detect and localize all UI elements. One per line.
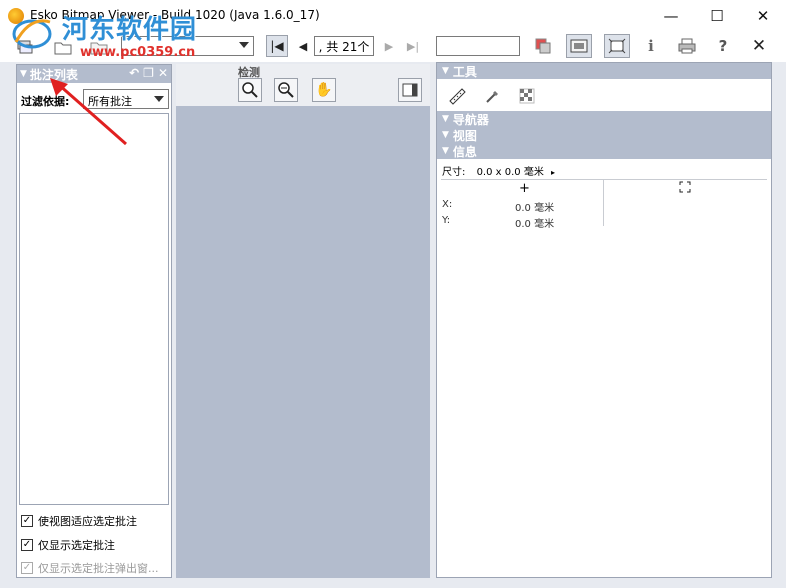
size-label: 尺寸: bbox=[442, 167, 466, 178]
page-total: , 共 21个 bbox=[314, 36, 374, 56]
checkbox-icon[interactable]: ✓ bbox=[21, 515, 33, 527]
tools-row bbox=[437, 79, 771, 111]
close-panel-icon[interactable]: ✕ bbox=[158, 66, 168, 80]
inspect-toolbar: 检测 ✋ bbox=[176, 64, 430, 106]
minimize-button[interactable]: — bbox=[648, 0, 694, 32]
x-value: 0.0 毫米 bbox=[515, 203, 555, 214]
properties-panel: ▼ 工具 ▼ 导航器 ▼ 视图 ▼ 信息 尺寸: 0.0 x 0.0 毫米 ▸ … bbox=[436, 62, 772, 578]
watermark-url: www.pc0359.cn bbox=[80, 45, 196, 60]
checkbox-label: 仅显示选定批注 bbox=[38, 539, 115, 552]
info-section-header[interactable]: ▼ 信息 bbox=[437, 143, 771, 159]
view-section-header[interactable]: ▼ 视图 bbox=[437, 127, 771, 143]
selection-corner-icon bbox=[679, 181, 691, 196]
checkbox-label: 仅显示选定批注弹出窗... bbox=[38, 562, 159, 575]
size-line: 尺寸: 0.0 x 0.0 毫米 ▸ bbox=[442, 163, 555, 178]
checkbox-show-selected[interactable]: ✓ 仅显示选定批注 bbox=[21, 537, 115, 553]
tools-title: 工具 bbox=[452, 64, 477, 79]
close-icon[interactable]: ✕ bbox=[748, 35, 770, 57]
info-divider bbox=[441, 179, 767, 180]
canvas-area[interactable]: 检测 ✋ bbox=[176, 64, 430, 578]
navigator-section-header[interactable]: ▼ 导航器 bbox=[437, 111, 771, 127]
collapse-triangle-icon[interactable]: ▼ bbox=[442, 146, 449, 156]
restore-icon[interactable]: ❐ bbox=[143, 66, 154, 80]
checkbox-show-popup: ✓ 仅显示选定批注弹出窗... bbox=[21, 560, 159, 576]
watermark-logo-icon bbox=[12, 19, 52, 49]
undo-icon[interactable]: ↶ bbox=[129, 66, 139, 80]
size-value: 0.0 x 0.0 毫米 bbox=[476, 167, 544, 178]
close-window-button[interactable]: ✕ bbox=[740, 0, 786, 32]
annotation-arrow-icon bbox=[50, 78, 127, 146]
info-body: 尺寸: 0.0 x 0.0 毫米 ▸ + X: 0.0 毫米 Y: 0.0 毫米 bbox=[437, 159, 771, 379]
panel-toggle-icon[interactable] bbox=[398, 78, 422, 102]
collapse-triangle-icon[interactable]: ▼ bbox=[442, 130, 449, 140]
navigator-title: 导航器 bbox=[452, 112, 489, 127]
collapse-triangle-icon[interactable]: ▼ bbox=[442, 66, 449, 76]
eyedropper-icon[interactable] bbox=[483, 87, 503, 105]
info-title: 信息 bbox=[452, 144, 477, 159]
checkbox-icon: ✓ bbox=[21, 562, 33, 574]
y-label: Y: bbox=[442, 215, 451, 226]
maximize-button[interactable]: ☐ bbox=[694, 0, 740, 32]
collapse-triangle-icon[interactable]: ▼ bbox=[442, 114, 449, 124]
next-page-icon[interactable]: ▶ bbox=[378, 35, 400, 57]
collapse-triangle-icon[interactable]: ▼ bbox=[20, 69, 27, 79]
zoom-field[interactable] bbox=[436, 36, 520, 56]
fit-icon[interactable] bbox=[604, 34, 630, 58]
info-column-divider bbox=[603, 180, 604, 226]
y-value: 0.0 毫米 bbox=[515, 219, 555, 230]
prev-page-icon[interactable]: ◀ bbox=[292, 35, 314, 57]
compare-icon[interactable] bbox=[532, 35, 554, 57]
tools-section-header[interactable]: ▼ 工具 bbox=[437, 63, 771, 79]
view-title: 视图 bbox=[452, 128, 477, 143]
x-label: X: bbox=[442, 199, 453, 210]
help-icon[interactable]: ? bbox=[712, 35, 734, 57]
annotation-list[interactable] bbox=[19, 113, 169, 505]
zoom-out-icon[interactable] bbox=[274, 78, 298, 102]
watermark-site-name: 河东软件园 bbox=[62, 15, 198, 45]
last-page-icon[interactable]: ▶| bbox=[402, 35, 424, 57]
zoom-in-icon[interactable] bbox=[238, 78, 262, 102]
checkbox-label: 使视图适应选定批注 bbox=[38, 515, 137, 528]
checkbox-fit-view[interactable]: ✓ 使视图适应选定批注 bbox=[21, 513, 137, 529]
arrow-right-icon[interactable]: ▸ bbox=[551, 168, 555, 177]
print-icon[interactable] bbox=[676, 35, 698, 57]
checkbox-icon[interactable]: ✓ bbox=[21, 539, 33, 551]
screen-icon[interactable] bbox=[566, 34, 592, 58]
ruler-icon[interactable] bbox=[447, 87, 467, 105]
info-icon[interactable]: i bbox=[640, 35, 662, 57]
density-icon[interactable] bbox=[517, 87, 537, 105]
chevron-down-icon bbox=[154, 96, 164, 102]
chevron-down-icon bbox=[239, 42, 249, 48]
crosshair-icon: + bbox=[519, 181, 530, 196]
first-page-icon[interactable]: |◀ bbox=[266, 35, 288, 57]
hand-icon[interactable]: ✋ bbox=[312, 78, 336, 102]
